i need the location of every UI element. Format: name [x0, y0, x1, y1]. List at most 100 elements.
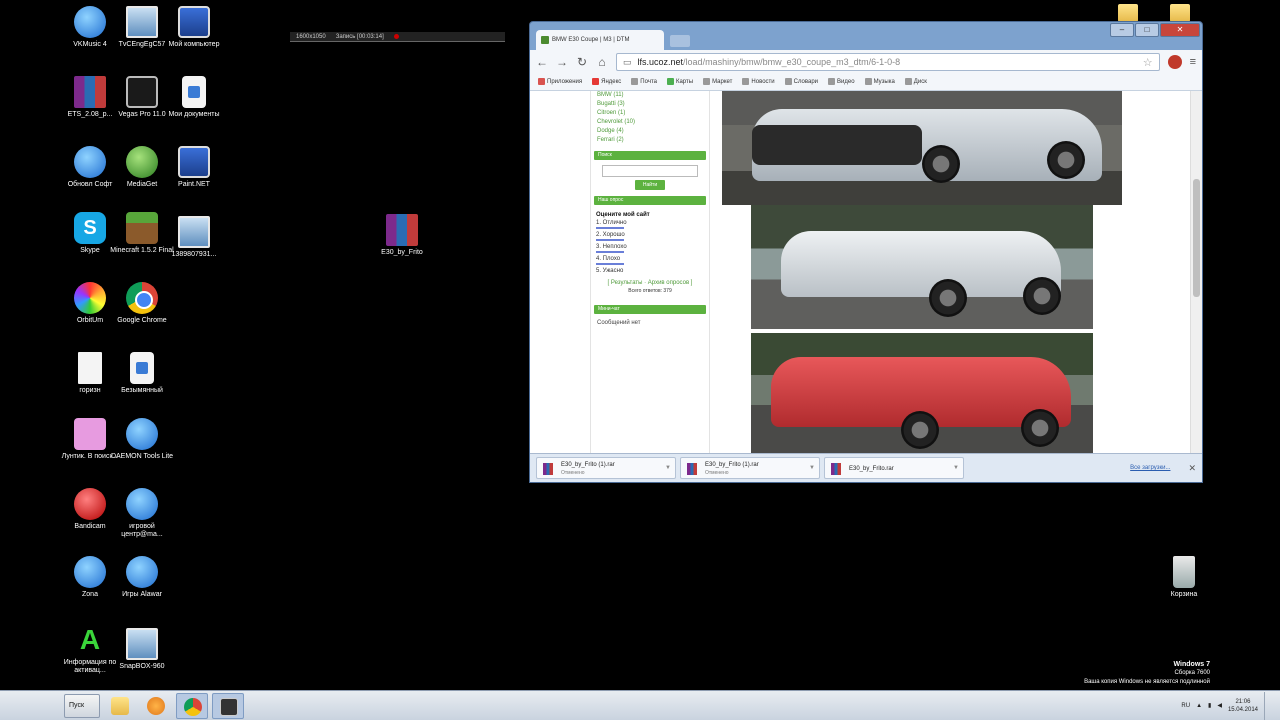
home-icon[interactable]: ⌂: [596, 55, 608, 69]
bookmark-item[interactable]: Новости: [742, 78, 775, 86]
bookmark-star-icon[interactable]: ☆: [1143, 56, 1153, 69]
recorder-resolution: 1600x1050: [296, 34, 326, 40]
download-name: E30_by_Frito (1).rar: [561, 462, 615, 468]
car-photo[interactable]: [751, 205, 1093, 329]
maximize-button[interactable]: □: [1135, 23, 1159, 37]
chat-heading: Мини-чат: [594, 305, 706, 314]
desktop-icon-recycle-bin[interactable]: Корзина: [1152, 556, 1216, 599]
download-name: E30_by_Frito (1).rar: [705, 462, 759, 468]
extension-icon[interactable]: [1167, 55, 1182, 69]
all-downloads-link[interactable]: Все загрузки...: [1130, 465, 1170, 471]
desktop-icon-daemon[interactable]: DAEMON Tools Lite: [110, 418, 174, 461]
page-scrollbar[interactable]: [1190, 91, 1202, 453]
taskbar-chrome[interactable]: [176, 692, 208, 719]
recycle-bin-icon: [1173, 556, 1195, 588]
mail-icon: [631, 78, 639, 86]
bookmark-item[interactable]: Карты: [666, 78, 693, 86]
language-indicator[interactable]: RU: [1181, 703, 1190, 709]
bookmark-item[interactable]: Яндекс: [592, 78, 621, 86]
download-item[interactable]: E30_by_Frito (1).rar Отменено ▼: [680, 457, 820, 479]
desktop-icon-chrome[interactable]: Google Chrome: [110, 282, 174, 325]
tab-strip: BMW E30 Coupe | M3 | DTM – □ ✕: [530, 22, 1202, 50]
close-icon[interactable]: ✕: [1188, 463, 1196, 474]
car-photo[interactable]: [751, 333, 1093, 453]
tray-arrow-icon[interactable]: ▲: [1196, 703, 1202, 709]
new-tab-button[interactable]: [670, 35, 690, 47]
back-icon[interactable]: ←: [536, 55, 548, 69]
chevron-down-icon[interactable]: ▼: [809, 464, 815, 472]
poll-option[interactable]: 2. Хорошо: [596, 231, 625, 241]
category-link[interactable]: BMW (11): [597, 91, 709, 100]
poll-option[interactable]: 4. Плохо: [596, 255, 624, 265]
watermark-build: Сборка 7600: [1174, 670, 1210, 676]
site-search-input[interactable]: [602, 165, 698, 177]
category-link[interactable]: Dodge (4): [597, 127, 709, 136]
bookmark-item[interactable]: Словари: [784, 78, 818, 86]
category-link[interactable]: Ferrari (2): [597, 136, 709, 145]
category-link[interactable]: Bugatti (3): [597, 100, 709, 109]
desktop-icon-snapbox[interactable]: SnapBOX-960: [110, 628, 174, 671]
desktop-icon-image-1389[interactable]: 1389807931...: [162, 216, 226, 259]
car-photo[interactable]: [722, 91, 1122, 205]
skype-icon: S: [74, 212, 106, 244]
volume-icon[interactable]: ◀: [1217, 702, 1222, 709]
poll-option[interactable]: 3. Неплохо: [596, 243, 627, 253]
browser-tab[interactable]: BMW E30 Coupe | M3 | DTM: [536, 30, 664, 50]
watermark-title: Windows 7: [1173, 661, 1211, 668]
bookmark-item[interactable]: Приложения: [538, 78, 582, 86]
desktop-icon-e30-archive[interactable]: E30_by_Frito: [370, 214, 434, 257]
chrome-icon: [184, 697, 202, 716]
desktop-icon-my-documents[interactable]: Мои документы: [162, 76, 226, 119]
download-item[interactable]: E30_by_Frito (1).rar Отменено ▼: [536, 457, 676, 479]
wheel: [1023, 277, 1061, 315]
chevron-down-icon[interactable]: ▼: [665, 464, 671, 472]
poll-option[interactable]: 5. Ужасно: [596, 267, 624, 275]
start-button[interactable]: Пуск: [64, 693, 100, 718]
mediaget-icon: [126, 146, 158, 178]
bookmarks-bar: Приложения Яндекс Почта Карты Маркет Нов…: [530, 74, 1202, 91]
browser-window: BMW E30 Coupe | M3 | DTM – □ ✕ ← → ↻ ⌂ ▭…: [529, 21, 1203, 483]
poll-heading: Наш опрос: [594, 196, 706, 205]
address-bar[interactable]: ▭ lfs.ucoz.net/load/mashiny/bmw/bmw_e30_…: [616, 53, 1160, 71]
desktop-icon-paintnet[interactable]: Paint.NET: [162, 146, 226, 189]
site-search-button[interactable]: Найти: [635, 180, 665, 190]
close-button[interactable]: ✕: [1160, 23, 1200, 37]
category-link[interactable]: Chevrolet (10): [597, 118, 709, 127]
reload-icon[interactable]: ↻: [576, 55, 588, 69]
desktop-icon-alawar[interactable]: Игры Alawar: [110, 556, 174, 599]
windows-watermark: Windows 7 Сборка 7600 Ваша копия Windows…: [1084, 660, 1210, 687]
download-item[interactable]: E30_by_Frito.rar ▼: [824, 457, 964, 479]
desktop-icon-untitled[interactable]: Безымянный: [110, 352, 174, 395]
computer-icon: [178, 6, 210, 38]
poll-option[interactable]: 1. Отлично: [596, 219, 627, 229]
desktop-icon-my-computer[interactable]: Мой компьютер: [162, 6, 226, 49]
chevron-down-icon[interactable]: ▼: [953, 464, 959, 472]
taskbar-recorder[interactable]: [212, 692, 244, 719]
document-icon: [78, 352, 102, 384]
wheel: [922, 145, 960, 183]
menu-icon[interactable]: ≡: [1190, 56, 1196, 68]
taskbar-explorer[interactable]: [104, 693, 136, 719]
taskbar-media-player[interactable]: [140, 693, 172, 719]
record-icon[interactable]: [393, 34, 399, 39]
bookmark-item[interactable]: Маркет: [703, 78, 732, 86]
forward-icon[interactable]: →: [556, 55, 568, 69]
video-icon: [828, 78, 836, 86]
show-desktop-button[interactable]: [1264, 691, 1274, 720]
category-link[interactable]: Citroen (1): [597, 109, 709, 118]
watermark-notice: Ваша копия Windows не является подлинной: [1084, 679, 1210, 685]
image-icon: [126, 6, 158, 38]
zona-icon: [74, 556, 106, 588]
poll-results-link[interactable]: [ Результаты · Архив опросов ]: [596, 279, 704, 287]
clock[interactable]: 21:06 15.04.2014: [1228, 698, 1258, 714]
bookmark-item[interactable]: Видео: [828, 78, 855, 86]
bookmark-item[interactable]: Почта: [631, 78, 657, 86]
bookmark-item[interactable]: Диск: [904, 78, 927, 86]
vkmusic-icon: [74, 6, 106, 38]
scrollbar-thumb[interactable]: [1193, 179, 1200, 297]
poll-total: Всего ответов: 379: [628, 288, 672, 294]
desktop-icon-gamecenter[interactable]: игровой центр@ma...: [110, 488, 174, 539]
network-icon[interactable]: ▮: [1208, 702, 1211, 709]
minimize-button[interactable]: –: [1110, 23, 1134, 37]
bookmark-item[interactable]: Музыка: [864, 78, 895, 86]
